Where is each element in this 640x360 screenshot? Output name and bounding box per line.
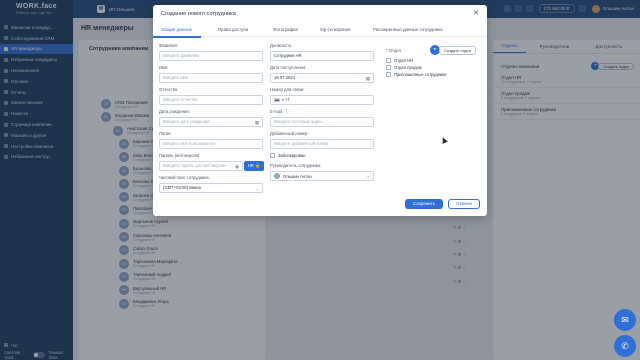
avatar	[274, 173, 280, 179]
checkbox-box[interactable]	[270, 153, 275, 158]
manager-value: Ольшин Антон	[283, 173, 312, 179]
email-label-text: E-mail:	[270, 109, 284, 114]
middle-name-input[interactable]: Введите отчество	[159, 95, 263, 105]
calendar-icon: ▦	[254, 120, 259, 125]
create-department-button[interactable]: + Создать отдел	[430, 45, 476, 55]
email-input[interactable]: Введите почтовый адрес	[270, 117, 374, 127]
password-label: Пароль (веб-версия):	[159, 153, 201, 158]
department-option-hr[interactable]: Отдел HR	[386, 58, 413, 63]
save-button[interactable]: Сохранить	[405, 199, 443, 209]
department-option-sales[interactable]: Отдел продаж	[386, 65, 422, 70]
department-label: * Отдел	[386, 48, 401, 53]
support-chat-button[interactable]: ✉	[614, 309, 636, 331]
middle-name-label: Отчество:	[159, 87, 179, 92]
tab-extended[interactable]: Расширенные данные сотрудника	[373, 27, 443, 32]
tab-access-rights[interactable]: Права доступа	[218, 27, 248, 32]
department-option-invited[interactable]: Приглашенные сотрудники	[386, 72, 447, 77]
extension-input[interactable]: Введите добавочный номер	[270, 139, 374, 149]
checkbox-box[interactable]	[386, 58, 391, 63]
phone-label: Номер для связи:	[270, 87, 305, 92]
extension-label: Добавочный номер:	[270, 131, 309, 136]
tab-sip[interactable]: Sip-телефония	[320, 27, 350, 32]
first-name-input[interactable]: Введите имя	[159, 73, 263, 83]
login-label: Логин:	[159, 131, 172, 136]
phone-input[interactable]: ▾ +7	[270, 95, 374, 105]
phone-value: +7	[284, 97, 290, 102]
russia-flag-icon[interactable]	[274, 97, 280, 102]
last-name-label: Фамилия:	[159, 43, 178, 48]
manager-select[interactable]: Ольшин Антон ⌄	[270, 171, 374, 181]
cancel-button[interactable]: Отмена	[448, 199, 480, 209]
first-name-label: Имя:	[159, 65, 169, 70]
manager-label: Руководитель сотрудника:	[270, 163, 322, 168]
password-input[interactable]: Введите пароль для веб-версии ◉	[159, 161, 243, 171]
checkbox-box[interactable]	[386, 65, 391, 70]
birth-date-label: Дата рождения:	[159, 109, 190, 114]
blocked-label: Заблокирован	[278, 153, 306, 158]
eye-icon[interactable]: ◉	[235, 163, 239, 170]
tab-general[interactable]: Общие данные	[161, 27, 192, 32]
chevron-down-icon: ⌄	[366, 173, 370, 178]
lock-icon: 🔒	[255, 163, 261, 168]
login-input[interactable]: Введите имя пользователя	[159, 139, 263, 149]
modal-title: Создание нового сотрудника	[161, 11, 236, 17]
active-tab-indicator	[153, 36, 201, 38]
timezone-label: Часовой пояс сотрудника:	[159, 175, 210, 180]
position-label: Должность:	[270, 43, 293, 48]
chevron-down-icon: ⌄	[255, 186, 259, 191]
birth-date-input[interactable]: Введите дату рождения ▦	[159, 117, 263, 127]
timezone-select[interactable]: (GMT+03:00) Минск ⌄	[159, 183, 263, 193]
tab-photo[interactable]: Фотография	[273, 27, 298, 32]
password-placeholder: Введите пароль для веб-версии	[163, 163, 226, 168]
phone-icon: ✆	[621, 341, 629, 351]
department-label-text: Отдел	[388, 48, 401, 53]
modal-tabs: Общие данные Права доступа Фотография Si…	[153, 25, 487, 38]
timezone-value: (GMT+03:00) Минск	[163, 185, 202, 190]
birth-date-placeholder: Введите дату рождения	[163, 119, 210, 124]
department-option-label: Отдел продаж	[394, 65, 422, 70]
hire-date-value: 19.07.2024	[274, 75, 295, 80]
last-name-input[interactable]: Введите фамилию	[159, 51, 263, 61]
email-label: E-mail: ⓘ	[270, 109, 288, 115]
phone-call-button[interactable]: ✆	[614, 335, 636, 357]
calendar-icon: ▦	[365, 76, 370, 81]
info-icon[interactable]: ⓘ	[284, 109, 288, 114]
blocked-checkbox[interactable]: Заблокирован	[270, 153, 306, 158]
checkbox-box[interactable]	[386, 72, 391, 77]
hire-date-label: Дата поступления:	[270, 65, 307, 70]
position-input[interactable]: Сотрудник HR	[270, 51, 374, 61]
department-option-label: Отдел HR	[394, 58, 414, 63]
generate-password-label: HR	[247, 163, 254, 168]
close-icon[interactable]: ✕	[473, 9, 479, 17]
generate-password-button[interactable]: HR 🔒	[244, 161, 264, 171]
create-department-label: Создать отдел	[439, 45, 476, 55]
chat-bubble-icon: ✉	[621, 315, 629, 325]
create-employee-modal: Создание нового сотрудника ✕ Общие данны…	[153, 5, 487, 216]
hire-date-input[interactable]: 19.07.2024 ▦	[270, 73, 374, 83]
department-option-label: Приглашенные сотрудники	[394, 72, 447, 77]
